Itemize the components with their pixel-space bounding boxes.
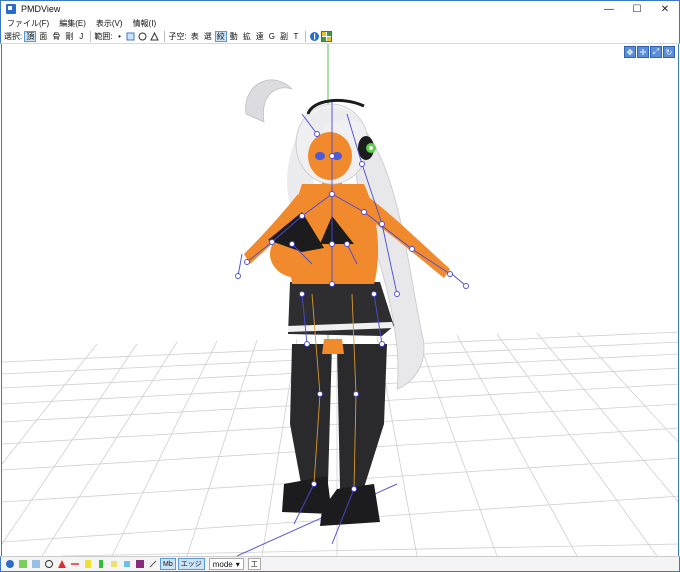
status-bar: Mb エッジ mode ▾ 工 [0, 556, 680, 572]
title-bar: PMDView — ☐ ✕ [0, 0, 680, 17]
minimize-button[interactable]: — [595, 1, 623, 18]
yellow-display-icon[interactable] [108, 558, 120, 570]
scene-canvas[interactable] [2, 44, 679, 556]
grid-icon[interactable] [320, 31, 332, 42]
green-display-icon[interactable] [95, 558, 107, 570]
select-joint-button[interactable]: J [76, 31, 86, 42]
edge-toggle-button[interactable]: エッジ [177, 558, 205, 570]
mode-select-value: mode [212, 559, 233, 569]
select-label: 選択: [4, 32, 23, 41]
child-show-button[interactable]: 表 [189, 31, 201, 42]
child-label: 子空: [168, 32, 187, 41]
child-select-button[interactable]: 選 [202, 31, 214, 42]
vertex-display-icon[interactable] [4, 558, 16, 570]
window-controls: — ☐ ✕ [595, 1, 679, 18]
range-rect-icon[interactable] [125, 31, 136, 42]
range-circle-icon[interactable] [137, 31, 148, 42]
model-legs [282, 339, 387, 526]
info-icon[interactable] [309, 31, 320, 42]
morph-display-icon[interactable] [69, 558, 81, 570]
chevron-down-icon: ▾ [235, 559, 240, 569]
light-display-icon[interactable] [82, 558, 94, 570]
child-far-button[interactable]: 遠 [254, 31, 266, 42]
window-title: PMDView [21, 4, 61, 14]
child-scale-button[interactable]: 拡 [241, 31, 253, 42]
child-sub-button[interactable]: 副 [278, 31, 290, 42]
toolbar-separator [304, 31, 306, 42]
select-face-button[interactable]: 面 [37, 31, 49, 42]
pan-icon[interactable]: ✥ [624, 46, 636, 58]
menu-bar: ファイル(F) 編集(E) 表示(V) 情報(I) [0, 17, 680, 30]
app-icon [6, 4, 16, 14]
bone-display-icon[interactable] [43, 558, 55, 570]
close-button[interactable]: ✕ [651, 1, 679, 18]
menu-view[interactable]: 表示(V) [96, 18, 123, 29]
child-move-button[interactable]: 動 [228, 31, 240, 42]
child-filter-button[interactable]: 絞 [214, 31, 227, 42]
range-triangle-icon[interactable] [149, 31, 160, 42]
purple-display-icon[interactable] [134, 558, 146, 570]
toolbar: 選択: 頂 面 骨 剛 J 範囲: • 子空: 表 選 絞 動 拡 遠 G 副 … [0, 30, 680, 44]
toolbar-separator [164, 31, 166, 42]
pmx-toggle-button[interactable]: Mb [160, 558, 176, 570]
3d-viewport[interactable]: ✥ ✛ ⤢ ↻ [1, 44, 679, 556]
maximize-button[interactable]: ☐ [623, 1, 651, 18]
texture-display-icon[interactable] [30, 558, 42, 570]
toolbar-separator [90, 31, 92, 42]
rigid-display-icon[interactable] [56, 558, 68, 570]
rotate-icon[interactable]: ↻ [663, 46, 675, 58]
menu-file[interactable]: ファイル(F) [7, 18, 49, 29]
menu-info[interactable]: 情報(I) [133, 18, 157, 29]
text-tool-button[interactable]: 工 [247, 558, 261, 570]
menu-edit[interactable]: 編集(E) [59, 18, 86, 29]
child-t-button[interactable]: T [291, 31, 301, 42]
blue-display-icon[interactable] [121, 558, 133, 570]
material-display-icon[interactable] [17, 558, 29, 570]
mode-select[interactable]: mode ▾ [208, 558, 244, 570]
select-bone-button[interactable]: 骨 [50, 31, 62, 42]
select-vertex-button[interactable]: 頂 [24, 31, 37, 42]
select-rigid-button[interactable]: 剛 [63, 31, 75, 42]
range-label: 範囲: [94, 32, 113, 41]
move-icon[interactable]: ✛ [637, 46, 649, 58]
child-g-button[interactable]: G [267, 31, 277, 42]
zoom-icon[interactable]: ⤢ [650, 46, 662, 58]
range-point-button[interactable]: • [114, 31, 124, 42]
edge-small-icon[interactable] [147, 558, 159, 570]
camera-controls: ✥ ✛ ⤢ ↻ [623, 46, 675, 58]
